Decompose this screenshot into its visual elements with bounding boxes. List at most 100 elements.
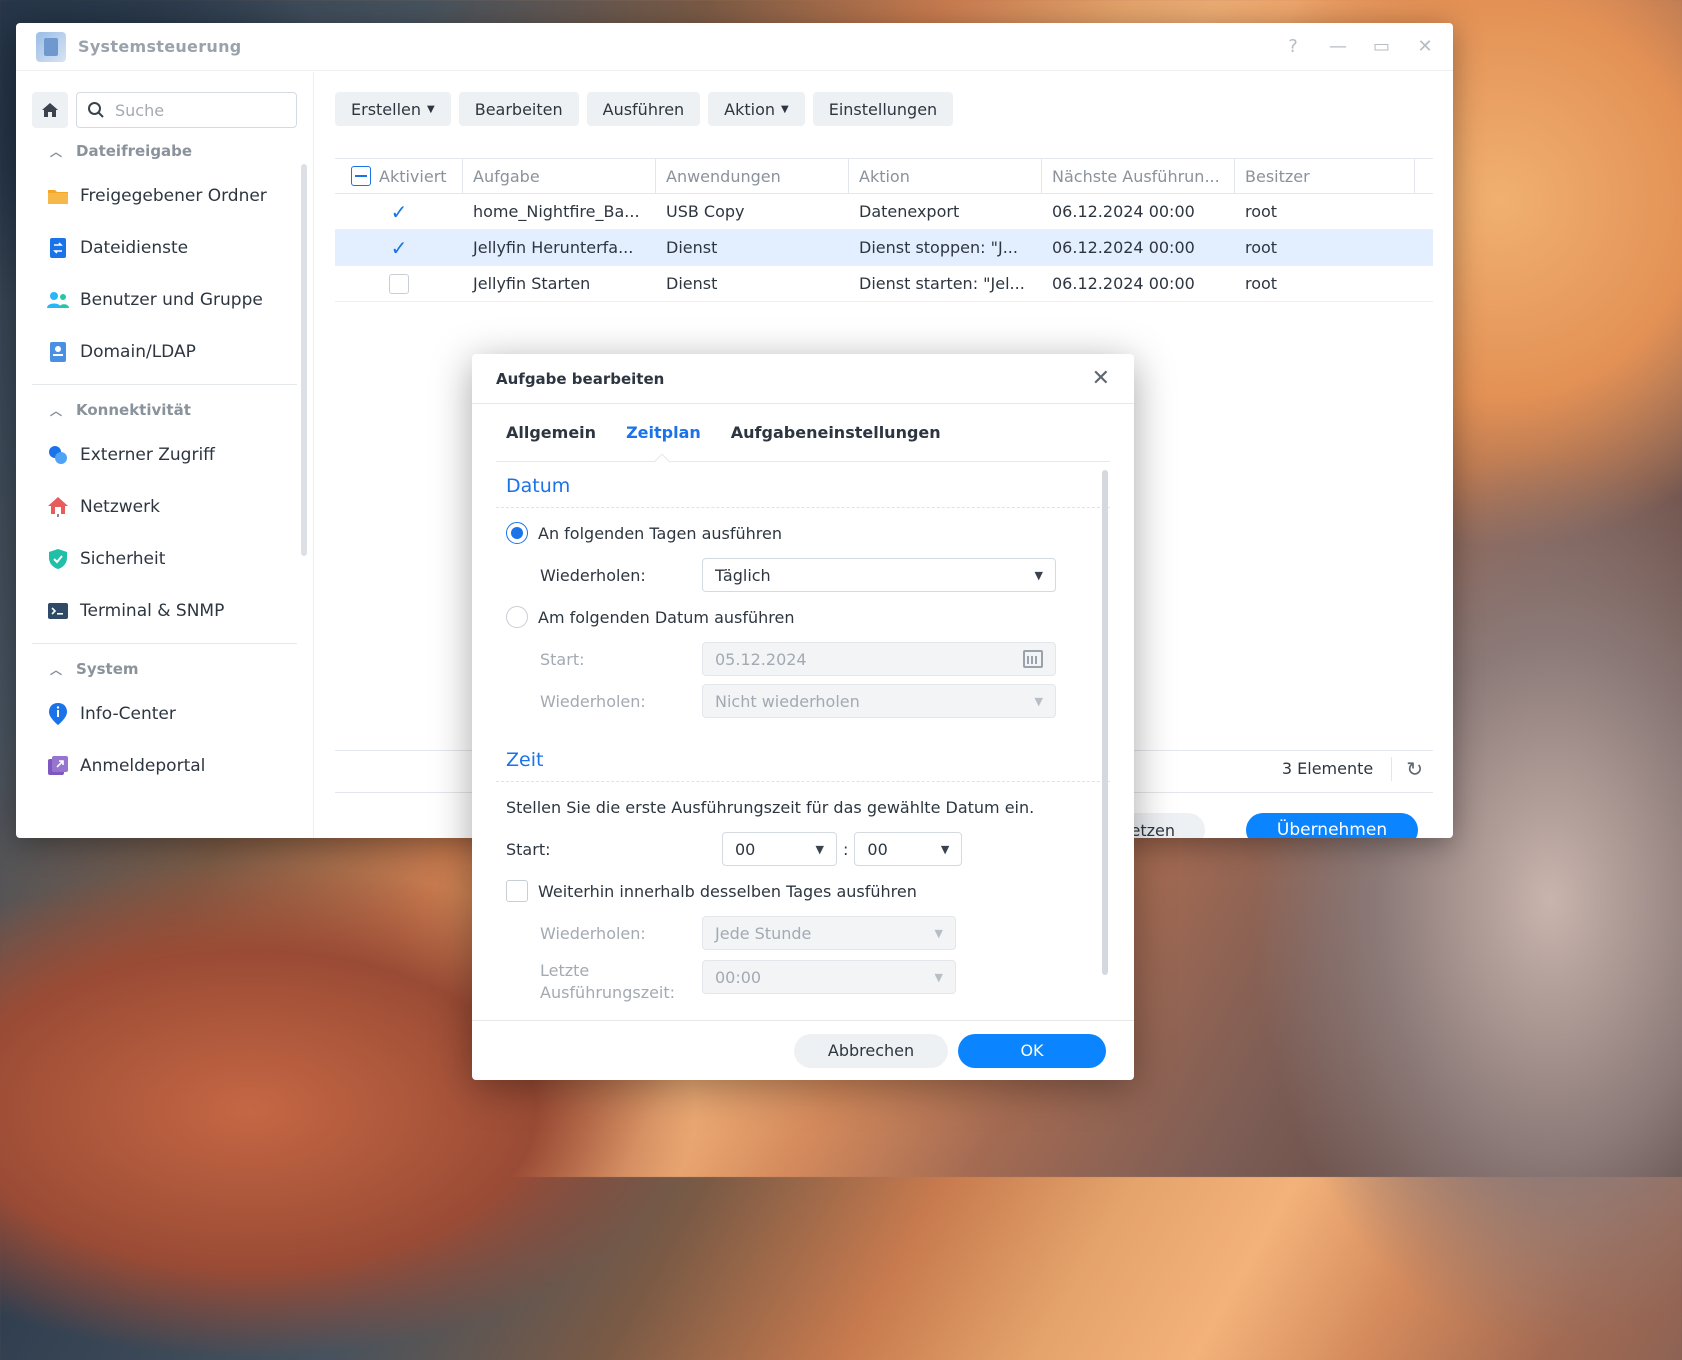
sidebar-item-benutzer-und-gruppe[interactable]: Benutzer und Gruppe [16, 274, 313, 326]
ok-button[interactable]: OK [958, 1033, 1106, 1068]
repeat-hour-row: Wiederholen: Jede Stunde ▼ [496, 912, 1110, 954]
dropdown-arrow-icon: ▼ [934, 926, 943, 940]
folder-icon [46, 184, 70, 208]
section-header-dateifreigabe[interactable]: ︿ Dateifreigabe [16, 132, 313, 170]
dialog-close-icon[interactable]: ✕ [1092, 366, 1110, 391]
option-days-label: An folgenden Tagen ausführen [538, 523, 782, 543]
login-portal-icon [46, 754, 70, 778]
column-header-naechste-ausfuehrung[interactable]: Nächste Ausführun... [1042, 159, 1235, 193]
run-button[interactable]: Ausführen [586, 92, 701, 126]
chevron-up-icon: ︿ [50, 144, 63, 159]
repeat-row: Wiederholen: Täglich ▼ [496, 554, 1110, 596]
hour-select[interactable]: 00 ▼ [722, 832, 837, 866]
enabled-checkbox[interactable] [389, 273, 409, 294]
window-titlebar: Systemsteuerung ? — ▭ ✕ [16, 23, 1453, 71]
sidebar-item-domain-ldap[interactable]: Domain/LDAP [16, 326, 313, 378]
task-owner: root [1245, 274, 1278, 293]
sidebar-item-info-center[interactable]: Info-Center [16, 688, 313, 740]
continue-row[interactable]: Weiterhin innerhalb desselben Tages ausf… [496, 870, 1110, 912]
task-next-run: 06.12.2024 00:00 [1052, 274, 1195, 293]
close-icon[interactable]: ✕ [1417, 36, 1433, 57]
continue-checkbox[interactable] [506, 880, 528, 902]
time-description: Stellen Sie die erste Ausführungszeit fü… [506, 797, 1035, 817]
task-app: Dienst [666, 274, 718, 293]
option-days-row[interactable]: An folgenden Tagen ausführen [496, 512, 1110, 554]
sidebar-item-dateidienste[interactable]: Dateidienste [16, 222, 313, 274]
column-header-besitzer[interactable]: Besitzer [1235, 159, 1415, 193]
time-section-title: Zeit [496, 738, 1110, 782]
sidebar-item-sicherheit[interactable]: Sicherheit [16, 533, 313, 585]
task-next-run: 06.12.2024 00:00 [1052, 238, 1195, 257]
sidebar-item-netzwerk[interactable]: Netzwerk [16, 481, 313, 533]
tab-allgemein[interactable]: Allgemein [506, 423, 596, 442]
section-header-system[interactable]: ︿ System [16, 650, 313, 688]
date-section-title: Datum [496, 464, 1110, 508]
table-row[interactable]: Jellyfin Starten Dienst Dienst starten: … [335, 266, 1433, 302]
sidebar-scrollbar[interactable] [301, 164, 307, 556]
home-button[interactable] [32, 92, 68, 128]
option-date-radio[interactable] [506, 606, 528, 628]
settings-button[interactable]: Einstellungen [812, 92, 954, 126]
table-row[interactable]: ✓ home_Nightfire_Ba... USB Copy Datenexp… [335, 194, 1433, 230]
sidebar-item-externer-zugriff[interactable]: Externer Zugriff [16, 429, 313, 481]
dialog-footer: Abbrechen OK [472, 1020, 1134, 1080]
dropdown-arrow-icon: ▼ [1034, 568, 1043, 582]
minute-select[interactable]: 00 ▼ [854, 832, 963, 866]
sidebar: ︿Dateifreigabe Freigegebener Ordner Date… [16, 72, 314, 838]
create-button[interactable]: Erstellen ▼ [335, 92, 451, 126]
task-name: Jellyfin Starten [473, 274, 591, 293]
enabled-checkbox[interactable]: ✓ [389, 236, 409, 260]
last-run-select: 00:00 ▼ [702, 960, 956, 994]
repeat-date-row: Wiederholen: Nicht wiederholen ▼ [496, 680, 1110, 722]
table-row[interactable]: ✓ Jellyfin Herunterfa... Dienst Dienst s… [335, 230, 1433, 266]
dialog-scrollbar[interactable] [1102, 470, 1108, 975]
maximize-icon[interactable]: ▭ [1373, 36, 1390, 57]
dialog-tabs: Allgemein Zeitplan Aufgabeneinstellungen [496, 404, 1110, 471]
help-icon[interactable]: ? [1285, 36, 1301, 57]
tab-zeitplan[interactable]: Zeitplan [626, 423, 701, 442]
option-days-radio[interactable] [506, 522, 528, 544]
file-services-icon [46, 236, 70, 260]
search-box[interactable] [76, 92, 297, 128]
column-header-aufgabe[interactable]: Aufgabe [463, 159, 656, 193]
toolbar: Erstellen ▼ Bearbeiten Ausführen Aktion ▼ … [315, 72, 1453, 126]
enabled-checkbox[interactable]: ✓ [389, 200, 409, 224]
users-icon [46, 288, 70, 312]
column-header-anwendungen[interactable]: Anwendungen [656, 159, 849, 193]
divider [32, 643, 297, 644]
task-action: Datenexport [859, 202, 960, 221]
terminal-icon [46, 599, 70, 623]
continue-label: Weiterhin innerhalb desselben Tages ausf… [538, 881, 917, 901]
select-all-checkbox[interactable] [351, 166, 371, 186]
dialog-header: Aufgabe bearbeiten ✕ [472, 354, 1134, 404]
start-time-label: Start: [506, 839, 551, 859]
apply-button[interactable]: Übernehmen [1246, 813, 1418, 838]
edit-task-dialog: Aufgabe bearbeiten ✕ Allgemein Zeitplan … [472, 354, 1134, 1080]
repeat-date-label: Wiederholen: [540, 691, 646, 711]
sidebar-item-freigegebener-ordner[interactable]: Freigegebener Ordner [16, 170, 313, 222]
sidebar-item-anmeldeportal[interactable]: Anmeldeportal [16, 740, 313, 792]
section-header-konnektivitaet[interactable]: ︿ Konnektivität [16, 391, 313, 429]
sidebar-item-terminal-snmp[interactable]: Terminal & SNMP [16, 585, 313, 637]
action-button[interactable]: Aktion ▼ [708, 92, 805, 126]
refresh-icon[interactable]: ↻ [1391, 756, 1423, 781]
option-date-row[interactable]: Am folgenden Datum ausführen [496, 596, 1110, 638]
repeat-hour-select: Jede Stunde ▼ [702, 916, 956, 950]
start-date-label: Start: [540, 649, 585, 669]
task-owner: root [1245, 238, 1278, 257]
search-icon [88, 102, 104, 118]
item-count: 3 Elemente [1281, 759, 1374, 778]
tab-aufgabeneinstellungen[interactable]: Aufgabeneinstellungen [731, 423, 941, 442]
chevron-up-icon: ︿ [50, 662, 63, 677]
edit-button[interactable]: Bearbeiten [458, 92, 579, 126]
cancel-button[interactable]: Abbrechen [794, 1033, 948, 1068]
dropdown-arrow-icon: ▼ [934, 970, 943, 984]
control-panel-app-icon [36, 31, 66, 62]
search-input[interactable] [113, 99, 263, 121]
minimize-icon[interactable]: — [1329, 36, 1347, 57]
column-header-aktion[interactable]: Aktion [849, 159, 1042, 193]
task-action: Dienst starten: "Jel... [859, 274, 1025, 293]
repeat-select[interactable]: Täglich ▼ [702, 558, 1056, 592]
task-name: home_Nightfire_Ba... [473, 202, 640, 221]
column-header-aktiviert[interactable]: Aktiviert [335, 159, 463, 193]
